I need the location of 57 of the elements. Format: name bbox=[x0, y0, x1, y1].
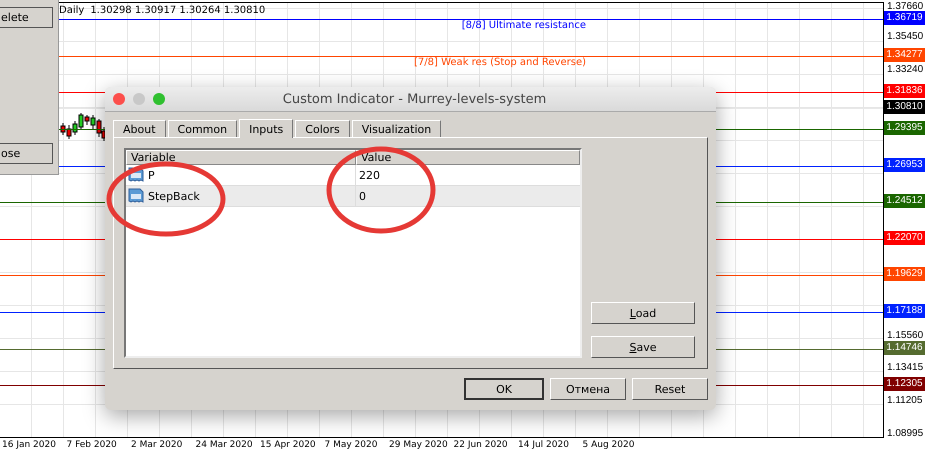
variable-name: P bbox=[148, 168, 155, 182]
price-label: 1.31836 bbox=[884, 84, 925, 98]
column-header[interactable]: Value bbox=[356, 150, 580, 165]
price-label: 1.17188 bbox=[884, 304, 925, 318]
variable-value: 220 bbox=[358, 168, 381, 184]
price-label: 1.19629 bbox=[884, 267, 925, 282]
price-tick: 1.33240 bbox=[887, 63, 924, 78]
cancel-button[interactable]: Отмена bbox=[550, 378, 626, 400]
price-tick: 1.11205 bbox=[887, 394, 922, 408]
tab[interactable]: About bbox=[113, 120, 166, 137]
date-label: 5 Aug 2020 bbox=[582, 440, 636, 450]
price-tick: 1.08995 bbox=[887, 427, 924, 441]
tab[interactable]: Common bbox=[168, 120, 238, 137]
date-label: 24 Mar 2020 bbox=[194, 440, 254, 450]
close-button[interactable]: ose bbox=[0, 143, 53, 164]
date-label: 7 May 2020 bbox=[324, 440, 378, 450]
date-label: 29 May 2020 bbox=[388, 440, 449, 450]
variable-value: 0 bbox=[358, 188, 367, 204]
price-label: 1.29395 bbox=[884, 120, 925, 135]
price-label: 1.12305 bbox=[884, 377, 925, 392]
price-label: 1.22070 bbox=[884, 230, 925, 245]
date-label: 15 Apr 2020 bbox=[259, 440, 317, 450]
ok-button[interactable]: OK bbox=[464, 378, 544, 400]
level-label: [7/8] Weak res (Stop and Reverse) bbox=[414, 56, 586, 68]
level-label: [8/8] Ultimate resistance bbox=[462, 20, 586, 32]
current-price-label: 1.30810 bbox=[884, 100, 925, 114]
number-icon bbox=[128, 188, 144, 204]
date-label: 22 Jun 2020 bbox=[452, 440, 509, 450]
date-label: 7 Feb 2020 bbox=[66, 440, 118, 450]
price-tick: 1.15560 bbox=[887, 328, 924, 343]
price-tick: 1.13415 bbox=[887, 360, 924, 375]
timeframe-label: Daily bbox=[59, 5, 84, 16]
zoom-icon[interactable] bbox=[153, 93, 165, 105]
table-row[interactable]: StepBack 0 bbox=[126, 186, 580, 207]
price-tick: 1.37660 bbox=[887, 0, 924, 13]
delete-button[interactable]: elete bbox=[0, 7, 53, 28]
tab[interactable]: Inputs bbox=[239, 119, 294, 138]
tab[interactable]: Visualization bbox=[352, 120, 442, 137]
price-label: 1.24512 bbox=[884, 194, 925, 208]
save-button[interactable]: Save bbox=[591, 336, 695, 358]
date-label: 2 Mar 2020 bbox=[130, 440, 184, 450]
load-button[interactable]: Load bbox=[591, 302, 695, 324]
price-tick: 1.35450 bbox=[887, 30, 924, 44]
price-quote: 1.30298 1.30917 1.30264 1.30810 bbox=[90, 5, 266, 16]
price-label: 1.14746 bbox=[884, 340, 925, 355]
price-label: 1.34277 bbox=[884, 48, 925, 62]
tab[interactable]: Colors bbox=[295, 120, 350, 137]
reset-button[interactable]: Reset bbox=[632, 378, 708, 400]
variable-name: StepBack bbox=[148, 190, 200, 202]
date-label: 14 Jul 2020 bbox=[517, 440, 570, 450]
price-label: 1.26953 bbox=[884, 158, 925, 172]
minimize-icon[interactable] bbox=[133, 93, 145, 105]
date-label: 16 Jan 2020 bbox=[1, 440, 57, 450]
price-label: 1.36719 bbox=[884, 11, 925, 26]
column-header[interactable]: Variable bbox=[126, 150, 356, 165]
close-icon[interactable] bbox=[113, 93, 125, 105]
window-title: Custom Indicator - Murrey-levels-system bbox=[282, 92, 548, 106]
